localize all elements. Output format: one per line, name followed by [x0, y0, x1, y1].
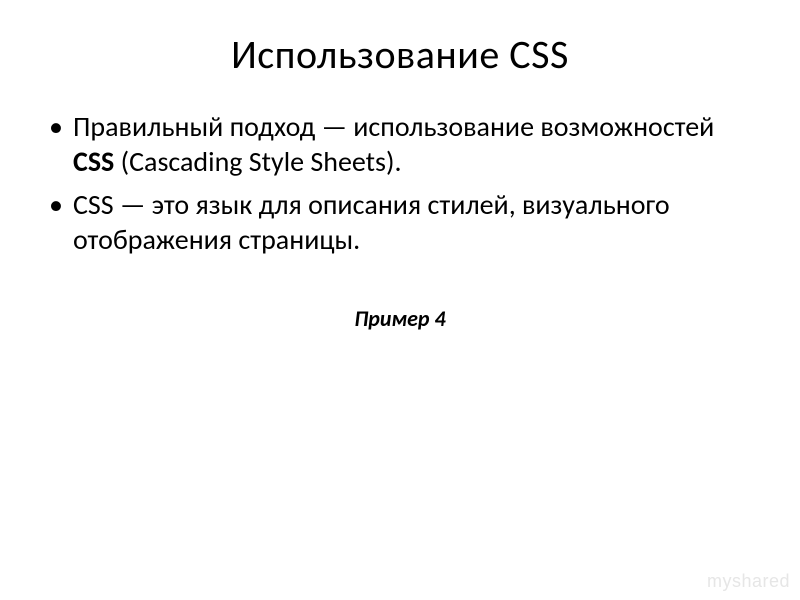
bullet-text-post: (Cascading Style Sheets). — [114, 144, 401, 179]
slide: Использование CSS Правильный подход — ис… — [0, 0, 800, 600]
example-label: Пример 4 — [45, 305, 755, 332]
list-item: CSS — это язык для описания стилей, визу… — [45, 187, 755, 257]
slide-title: Использование CSS — [45, 30, 755, 79]
bullet-text-strong: CSS — [73, 144, 114, 179]
watermark: myshared — [707, 571, 790, 592]
bullet-list: Правильный подход — использование возмож… — [45, 109, 755, 257]
list-item: Правильный подход — использование возмож… — [45, 109, 755, 179]
bullet-text-pre: Правильный подход — использование возмож… — [73, 109, 714, 144]
slide-content: Правильный подход — использование возмож… — [45, 109, 755, 580]
bullet-text-pre: CSS — это язык для описания стилей, визу… — [73, 187, 670, 257]
